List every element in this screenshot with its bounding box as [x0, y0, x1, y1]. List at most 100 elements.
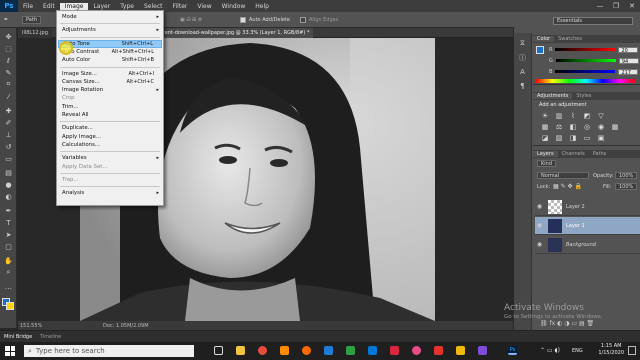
- menu-item-duplicate[interactable]: Duplicate...: [58, 124, 162, 132]
- zoom-level[interactable]: 151.55%: [20, 323, 42, 329]
- store-icon[interactable]: [368, 346, 377, 355]
- menu-item-auto-contrast[interactable]: Auto Contrast Alt+Shift+Ctrl+L: [58, 48, 162, 56]
- history-panel-icon[interactable]: ⧖: [517, 39, 528, 48]
- layer-row[interactable]: ◉ Background: [535, 236, 640, 254]
- taskbar-search[interactable]: ⌕ Type here to search: [24, 345, 194, 357]
- tab-document-2[interactable]: cent-download-wallpaper.jpg @ 33.3% (Lay…: [158, 28, 314, 38]
- app-icon[interactable]: [280, 346, 289, 355]
- pen-tool-preset-icon[interactable]: ✒: [4, 15, 8, 24]
- chrome-icon[interactable]: [258, 346, 267, 355]
- tab-document-1[interactable]: Ill8L12.jpg: [18, 28, 52, 38]
- system-tray-icons[interactable]: ⌃ ▭ ◖): [540, 347, 560, 354]
- properties-panel-icon[interactable]: ⓘ: [517, 53, 528, 62]
- color-balance-icon[interactable]: ⚖: [555, 123, 563, 131]
- path-operations-icons[interactable]: ▣ ⊟ ⊞ ⚙: [180, 15, 202, 24]
- character-panel-icon[interactable]: A: [517, 67, 528, 76]
- color-fg-swatch[interactable]: [536, 46, 544, 54]
- taskbar-clock[interactable]: 1:15 AM 1/15/2020: [598, 343, 624, 357]
- gradient-tool-icon[interactable]: ▤: [3, 168, 14, 177]
- menu-select[interactable]: Select: [139, 3, 168, 10]
- menu-view[interactable]: View: [192, 3, 216, 10]
- align-edges-checkbox[interactable]: [300, 16, 306, 23]
- tab-mini-bridge[interactable]: Mini Bridge: [4, 334, 32, 340]
- red-slider[interactable]: R 20: [549, 46, 639, 54]
- menu-item-reveal-all[interactable]: Reveal All: [58, 111, 162, 119]
- red-value[interactable]: 20: [618, 46, 639, 54]
- minimize-icon[interactable]: —: [592, 2, 608, 10]
- visibility-eye-icon[interactable]: ◉: [535, 203, 544, 210]
- app-icon[interactable]: [324, 346, 333, 355]
- menu-item-canvas-size[interactable]: Canvas Size... Alt+Ctrl+C: [58, 78, 162, 86]
- firefox-icon[interactable]: [302, 346, 311, 355]
- menu-type[interactable]: Type: [115, 3, 139, 10]
- quick-select-tool-icon[interactable]: ✎: [3, 68, 14, 77]
- tab-channels[interactable]: Channels: [558, 151, 589, 157]
- app-icon[interactable]: [434, 346, 443, 355]
- gradient-map-icon[interactable]: ▭: [583, 134, 591, 142]
- blue-value[interactable]: 217: [618, 68, 639, 76]
- blur-tool-icon[interactable]: ●: [3, 180, 14, 189]
- pen-tool-icon[interactable]: ✒: [3, 206, 14, 215]
- menu-item-trim[interactable]: Trim...: [58, 103, 162, 111]
- menu-file[interactable]: File: [18, 3, 38, 10]
- layer-filter-kind[interactable]: Kind: [537, 160, 557, 167]
- tab-paths[interactable]: Paths: [589, 151, 611, 157]
- lock-icons[interactable]: ▦ ✎ ✥ 🔒: [553, 183, 582, 190]
- dodge-tool-icon[interactable]: ◐: [3, 192, 14, 201]
- shape-tool-icon[interactable]: ▢: [3, 242, 14, 251]
- restore-icon[interactable]: ❐: [608, 2, 624, 10]
- notification-icon[interactable]: [628, 346, 636, 355]
- color-lookup-icon[interactable]: ▦: [611, 123, 619, 131]
- photoshop-taskbar-icon[interactable]: Ps: [508, 346, 517, 355]
- menu-image[interactable]: Image: [59, 2, 89, 10]
- menu-item-variables[interactable]: Variables ▸: [58, 154, 162, 162]
- layer-row[interactable]: ◉ Layer 2: [535, 198, 640, 216]
- fill-input[interactable]: 100%: [615, 183, 638, 190]
- vibrance-icon[interactable]: ▽: [597, 112, 605, 120]
- tab-color[interactable]: Color: [533, 36, 555, 42]
- language-indicator[interactable]: ENG: [572, 348, 583, 354]
- path-selection-tool-icon[interactable]: ➤: [3, 230, 14, 239]
- menu-edit[interactable]: Edit: [38, 3, 60, 10]
- move-tool-icon[interactable]: ✥: [3, 32, 14, 41]
- background-color-swatch[interactable]: [6, 302, 14, 310]
- green-value[interactable]: 94: [618, 57, 639, 65]
- blend-mode-select[interactable]: Normal: [537, 172, 589, 179]
- clone-stamp-tool-icon[interactable]: ⊥: [3, 130, 14, 139]
- healing-brush-tool-icon[interactable]: ✚: [3, 106, 14, 115]
- menu-item-auto-tone[interactable]: Auto Tone Shift+Ctrl+L: [58, 39, 162, 48]
- opacity-input[interactable]: 100%: [615, 172, 638, 179]
- menu-item-image-size[interactable]: Image Size... Alt+Ctrl+I: [58, 70, 162, 78]
- menu-window[interactable]: Window: [217, 3, 251, 10]
- selective-color-icon[interactable]: ▣: [597, 134, 605, 142]
- visibility-eye-icon[interactable]: ◉: [535, 241, 544, 248]
- app-icon[interactable]: [390, 346, 399, 355]
- menu-help[interactable]: Help: [250, 3, 274, 10]
- tab-swatches[interactable]: Swatches: [554, 36, 586, 42]
- threshold-icon[interactable]: ◨: [569, 134, 577, 142]
- lasso-tool-icon[interactable]: ℓ: [3, 56, 14, 65]
- menu-item-adjustments[interactable]: Adjustments ▸: [58, 26, 162, 34]
- color-spectrum[interactable]: [536, 79, 636, 83]
- app-icon[interactable]: [412, 346, 421, 355]
- layer-actions-icons[interactable]: ⛓ fx ◐ ◑ ▭ ▤ 🗑: [540, 320, 594, 327]
- path-mode-select[interactable]: Path: [22, 15, 41, 24]
- app-icon[interactable]: [346, 346, 355, 355]
- posterize-icon[interactable]: ▨: [555, 134, 563, 142]
- brightness-icon[interactable]: ☀: [541, 112, 549, 120]
- auto-add-delete-checkbox[interactable]: [240, 16, 246, 23]
- brush-tool-icon[interactable]: ✐: [3, 118, 14, 127]
- tab-timeline[interactable]: Timeline: [40, 334, 61, 340]
- zoom-tool-icon[interactable]: ⌕: [3, 268, 14, 277]
- levels-icon[interactable]: ▥: [555, 112, 563, 120]
- tab-styles[interactable]: Styles: [572, 93, 595, 99]
- tab-layers[interactable]: Layers: [533, 151, 558, 157]
- exposure-icon[interactable]: ◩: [583, 112, 591, 120]
- paragraph-panel-icon[interactable]: ¶: [517, 81, 528, 90]
- blue-slider[interactable]: B 217: [549, 68, 639, 76]
- invert-icon[interactable]: ◪: [541, 134, 549, 142]
- layer-row-selected[interactable]: ◉ Layer 1: [535, 217, 640, 235]
- type-tool-icon[interactable]: T: [3, 218, 14, 227]
- close-icon[interactable]: ✕: [624, 2, 640, 10]
- green-slider[interactable]: G 94: [549, 57, 639, 65]
